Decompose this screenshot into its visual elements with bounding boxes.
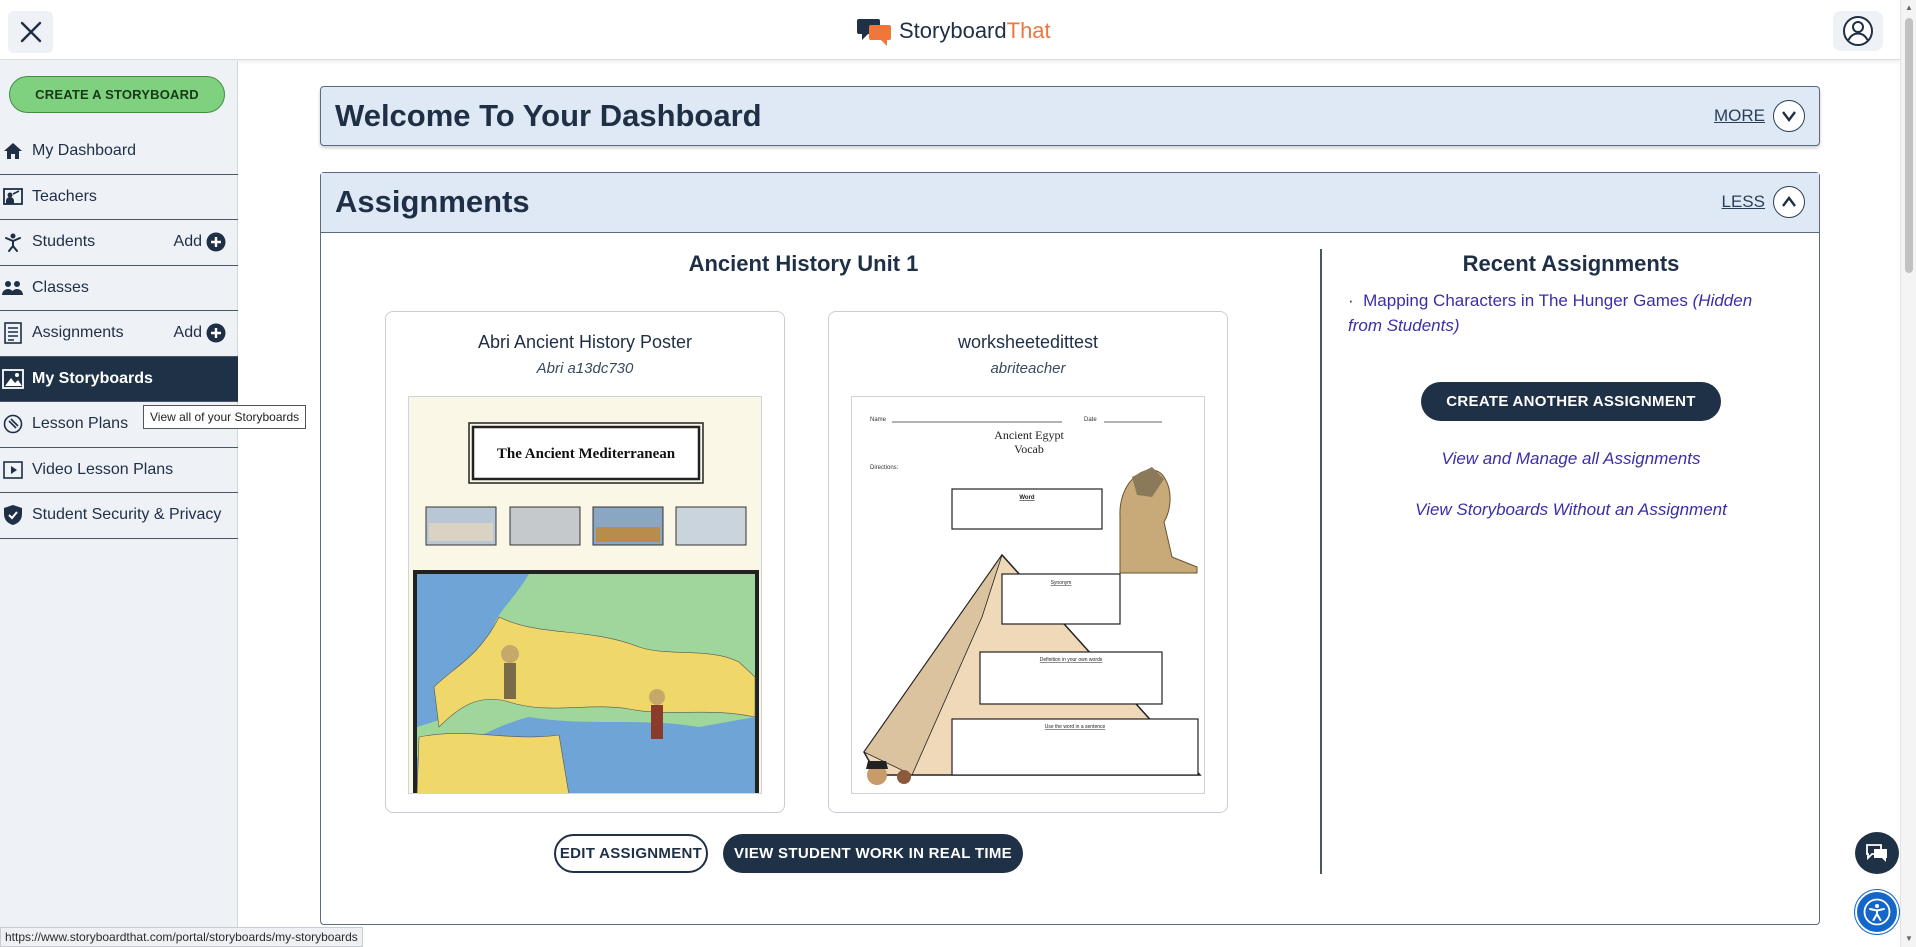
account-button[interactable] (1833, 11, 1883, 51)
sidebar-item-label: My Storyboards (32, 369, 153, 387)
storyboard-card[interactable]: worksheetedittest abriteacher Name Date … (828, 311, 1228, 813)
scroll-down-arrow-icon[interactable]: ▼ (1905, 934, 1913, 943)
view-student-work-button[interactable]: VIEW STUDENT WORK IN REAL TIME (723, 834, 1023, 873)
manage-assignments-link[interactable]: View and Manage all Assignments (1321, 449, 1821, 469)
close-icon (20, 21, 41, 43)
worksheet-date-label: Date (1084, 417, 1097, 423)
vertical-divider (1320, 249, 1322, 874)
assignments-icon (2, 322, 24, 345)
my-storyboards-tooltip: View all of your Storyboards (143, 405, 307, 429)
sidebar-item-label: Teachers (32, 187, 97, 205)
image-icon (2, 368, 24, 390)
top-bar: StoryboardThat (0, 0, 1900, 60)
card-author: abriteacher (990, 360, 1066, 377)
close-button[interactable] (8, 11, 53, 53)
sidebar-item-label: Lesson Plans (32, 415, 129, 433)
home-icon (2, 140, 24, 162)
card-author: Abri a13dc730 (536, 360, 634, 377)
sidebar-item-label: Classes (32, 278, 89, 296)
add-assignment-button[interactable]: Add (174, 323, 226, 343)
scroll-thumb[interactable] (1905, 18, 1913, 273)
worksheet-sentence-label: Use the word in a sentence (1045, 724, 1106, 730)
card-title[interactable]: worksheetedittest (829, 332, 1227, 353)
poster-heading: The Ancient Mediterranean (497, 446, 676, 462)
shield-icon (2, 504, 24, 526)
chat-icon (1866, 844, 1887, 862)
worksheet-subheading: Vocab (1014, 442, 1044, 456)
scroll-up-arrow-icon[interactable]: ▲ (1905, 3, 1913, 12)
sidebar-item-label: Video Lesson Plans (32, 460, 174, 478)
worksheet-synonym-label: Synonym (1051, 580, 1072, 586)
chat-button[interactable] (1855, 832, 1899, 874)
less-link[interactable]: LESS (1722, 192, 1765, 212)
storyboard-thumbnail[interactable]: Name Date Ancient Egypt Vocab Directions… (851, 396, 1205, 794)
chevron-up-icon (1782, 196, 1796, 207)
sidebar-item-students[interactable]: Students Add (0, 220, 238, 266)
sidebar-item-student-security-privacy[interactable]: Student Security & Privacy (0, 493, 238, 539)
welcome-more-toggle[interactable]: MORE (1714, 100, 1805, 132)
page-scrollbar[interactable]: ▲ ▼ (1900, 0, 1916, 947)
egypt-worksheet-image: Name Date Ancient Egypt Vocab Directions… (852, 397, 1204, 793)
mediterranean-poster-image: The Ancient Mediterranean (409, 397, 761, 793)
sidebar-item-label: My Dashboard (32, 142, 137, 160)
assignments-less-toggle[interactable]: LESS (1722, 186, 1805, 218)
sidebar-item-classes[interactable]: Classes (0, 266, 238, 311)
chevron-down-icon (1782, 111, 1796, 122)
list-item[interactable]: · Mapping Characters in The Hunger Games… (1348, 288, 1788, 338)
plus-circle-icon (206, 323, 226, 343)
storyboardthat-logo[interactable]: StoryboardThat (857, 16, 1051, 46)
collapse-button[interactable] (1773, 186, 1805, 218)
status-bar-url: https://www.storyboardthat.com/portal/st… (0, 927, 363, 947)
recent-assignment-link[interactable]: Mapping Characters in The Hunger Games (1363, 291, 1688, 310)
welcome-panel: Welcome To Your Dashboard MORE (320, 86, 1820, 146)
teacher-icon (2, 186, 24, 208)
lesson-plans-icon (2, 413, 24, 435)
students-icon (2, 231, 24, 253)
worksheet-name-label: Name (870, 417, 887, 423)
video-icon (2, 459, 24, 481)
unit-title: Ancient History Unit 1 (688, 251, 919, 276)
card-title[interactable]: Abri Ancient History Poster (386, 332, 784, 353)
chat-bubbles-logo-icon (857, 19, 891, 46)
expand-button[interactable] (1773, 100, 1805, 132)
accessibility-button[interactable] (1855, 890, 1899, 934)
user-avatar-icon (1843, 16, 1873, 46)
recent-assignments-list: · Mapping Characters in The Hunger Games… (1348, 288, 1788, 338)
welcome-title: Welcome To Your Dashboard (335, 98, 762, 133)
logo-storyboard-text: Storyboard (899, 18, 1007, 43)
worksheet-definition-label: Definition in your own words (1040, 657, 1103, 663)
sidebar-item-label: Student Security & Privacy (32, 506, 222, 524)
worksheet-heading: Ancient Egypt (994, 428, 1064, 442)
storyboard-thumbnail[interactable]: The Ancient Mediterranean (408, 396, 762, 794)
classes-icon (2, 277, 24, 299)
edit-assignment-button[interactable]: EDIT ASSIGNMENT (554, 834, 708, 873)
storyboard-card[interactable]: Abri Ancient History Poster Abri a13dc73… (385, 311, 785, 813)
worksheet-word-label: Word (1019, 495, 1035, 501)
sidebar-nav: My Dashboard Teachers Students Add Class… (0, 129, 238, 539)
accessibility-icon (1863, 898, 1891, 926)
logo-that-text: That (1006, 18, 1051, 43)
list-bullet: · (1348, 291, 1354, 310)
sidebar-item-my-dashboard[interactable]: My Dashboard (0, 129, 238, 175)
add-student-button[interactable]: Add (174, 232, 226, 252)
sidebar-item-label: Students (32, 233, 96, 251)
create-another-assignment-button[interactable]: CREATE ANOTHER ASSIGNMENT (1421, 382, 1721, 421)
worksheet-directions: Directions: (870, 465, 899, 471)
add-label: Add (173, 233, 202, 250)
storyboards-without-assignment-link[interactable]: View Storyboards Without an Assignment (1321, 500, 1821, 520)
recent-assignments-title: Recent Assignments (1462, 251, 1680, 276)
add-label: Add (173, 324, 202, 341)
assignments-title: Assignments (335, 184, 530, 219)
plus-circle-icon (206, 232, 226, 252)
sidebar-item-teachers[interactable]: Teachers (0, 175, 238, 220)
assignments-panel: Assignments LESS Ancient History Unit 1 … (320, 172, 1820, 925)
sidebar: CREATE A STORYBOARD My Dashboard Teacher… (0, 61, 238, 947)
sidebar-item-my-storyboards[interactable]: My Storyboards (0, 356, 238, 402)
more-link[interactable]: MORE (1714, 106, 1765, 126)
create-storyboard-button[interactable]: CREATE A STORYBOARD (9, 76, 225, 113)
sidebar-item-video-lesson-plans[interactable]: Video Lesson Plans (0, 448, 238, 493)
sidebar-item-label: Assignments (32, 324, 124, 342)
assignments-header: Assignments LESS (321, 173, 1819, 233)
sidebar-item-assignments[interactable]: Assignments Add (0, 311, 238, 357)
